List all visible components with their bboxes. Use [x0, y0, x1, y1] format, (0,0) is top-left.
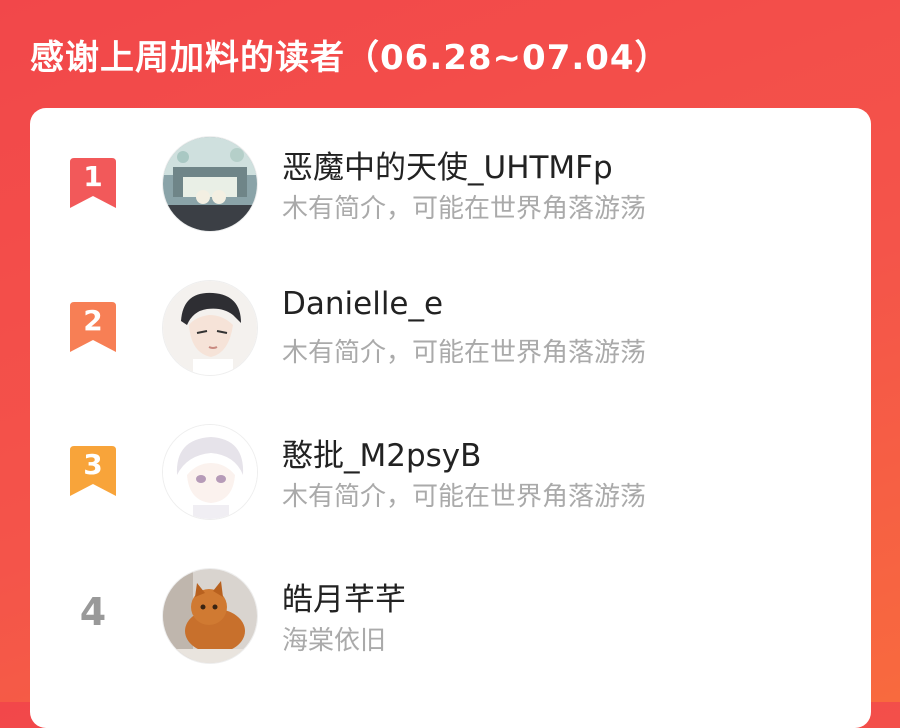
reader-row[interactable]: 1 恶魔中的天使_UHTMFp 木有简介，可能在世界角落游荡 [30, 134, 871, 254]
page-title: 感谢上周加料的读者（06.28~07.04） [30, 38, 670, 78]
reader-row[interactable]: 3 憨批_M2psyB 木有简介，可能在世界角落游荡 [30, 422, 871, 542]
avatar[interactable] [162, 280, 258, 376]
reader-row[interactable]: 4 皓月芊芊 海棠依旧 [30, 566, 871, 686]
reader-list-card: 1 恶魔中的天使_UHTMFp 木有简介，可能在世界角落游荡 2 Daniell… [30, 108, 871, 728]
rank-badge-1: 1 [68, 158, 118, 210]
reader-bio: 木有简介，可能在世界角落游荡 [282, 338, 647, 368]
reader-bio: 海棠依旧 [282, 626, 387, 656]
avatar[interactable] [162, 136, 258, 232]
avatar[interactable] [162, 424, 258, 520]
rank-number: 1 [83, 160, 103, 193]
reader-name[interactable]: 憨批_M2psyB [282, 430, 481, 475]
reader-bio: 木有简介，可能在世界角落游荡 [282, 194, 647, 224]
rank-badge-3: 3 [68, 446, 118, 498]
avatar-cat-image [163, 569, 257, 663]
avatar-anime-white-hair-image [163, 425, 257, 519]
rank-number: 2 [83, 304, 103, 337]
avatar-anime-boy-image [163, 281, 257, 375]
reader-name[interactable]: 皓月芊芊 [282, 574, 406, 619]
reader-name[interactable]: 恶魔中的天使_UHTMFp [282, 142, 613, 187]
reader-name[interactable]: Danielle_e [282, 286, 443, 322]
rank-badge-2: 2 [68, 302, 118, 354]
avatar-stage-image [163, 137, 257, 231]
reader-bio: 木有简介，可能在世界角落游荡 [282, 482, 647, 512]
rank-number-4: 4 [79, 590, 107, 634]
reader-row[interactable]: 2 Danielle_e 木有简介，可能在世界角落游荡 [30, 278, 871, 398]
rank-number: 3 [83, 448, 103, 481]
avatar[interactable] [162, 568, 258, 664]
